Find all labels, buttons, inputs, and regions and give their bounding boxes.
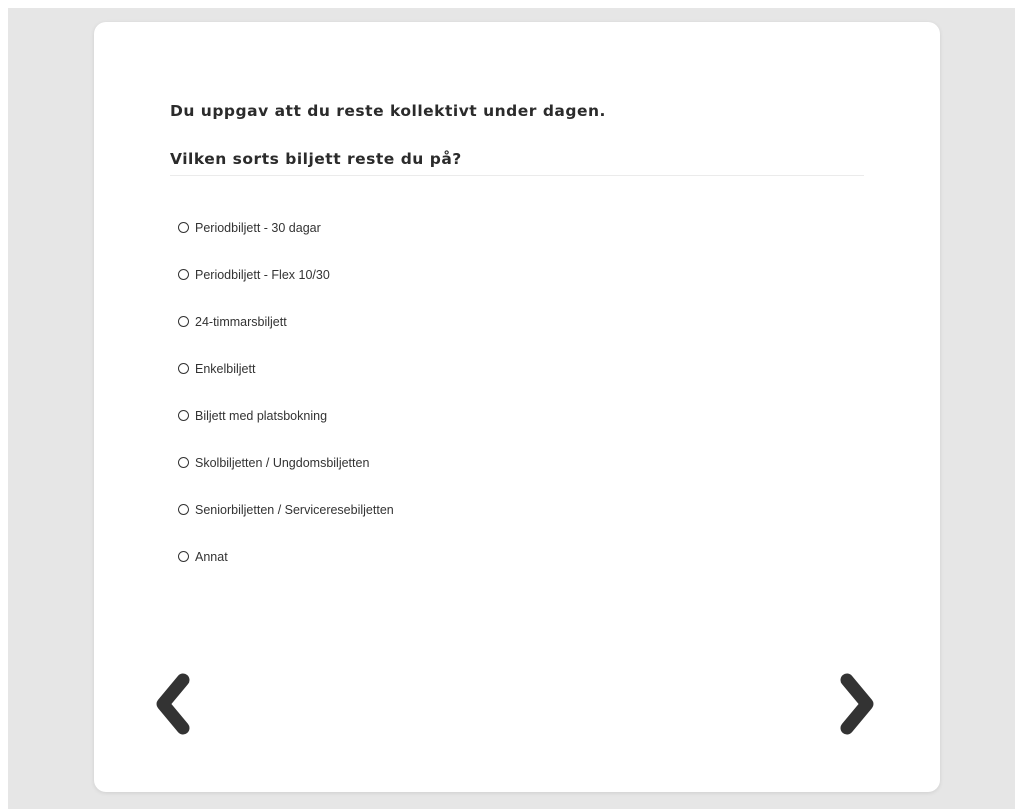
option-periodbiljett-30[interactable]: Periodbiljett - 30 dagar (178, 204, 394, 251)
radio-button[interactable] (178, 222, 189, 233)
option-label: Periodbiljett - Flex 10/30 (195, 267, 330, 282)
option-label: Enkelbiljett (195, 361, 256, 376)
option-label: Seniorbiljetten / Serviceresebiljetten (195, 502, 394, 517)
option-enkelbiljett[interactable]: Enkelbiljett (178, 345, 394, 392)
option-label: Skolbiljetten / Ungdomsbiljetten (195, 455, 370, 470)
radio-button[interactable] (178, 457, 189, 468)
option-label: Periodbiljett - 30 dagar (195, 220, 321, 235)
radio-button[interactable] (178, 269, 189, 280)
option-label: Biljett med platsbokning (195, 408, 328, 423)
option-label: Annat (195, 549, 228, 564)
radio-button[interactable] (178, 504, 189, 515)
survey-card: Du uppgav att du reste kollektivt under … (94, 22, 940, 792)
radio-button[interactable] (178, 363, 189, 374)
previous-button[interactable] (154, 672, 190, 736)
next-button[interactable] (840, 672, 876, 736)
intro-text: Du uppgav att du reste kollektivt under … (170, 102, 606, 120)
chevron-right-icon (840, 673, 874, 735)
option-seniorbiljetten[interactable]: Seniorbiljetten / Serviceresebiljetten (178, 486, 394, 533)
radio-button[interactable] (178, 410, 189, 421)
ticket-options: Periodbiljett - 30 dagar Periodbiljett -… (178, 204, 394, 580)
option-periodbiljett-flex[interactable]: Periodbiljett - Flex 10/30 (178, 251, 394, 298)
chevron-left-icon (156, 673, 190, 735)
option-platsbokning[interactable]: Biljett med platsbokning (178, 392, 394, 439)
radio-button[interactable] (178, 316, 189, 327)
question-title: Vilken sorts biljett reste du på? (170, 150, 462, 168)
divider (170, 175, 864, 176)
option-skolbiljetten[interactable]: Skolbiljetten / Ungdomsbiljetten (178, 439, 394, 486)
option-label: 24-timmarsbiljett (195, 314, 287, 329)
option-annat[interactable]: Annat (178, 533, 394, 580)
option-24-timmarsbiljett[interactable]: 24-timmarsbiljett (178, 298, 394, 345)
radio-button[interactable] (178, 551, 189, 562)
